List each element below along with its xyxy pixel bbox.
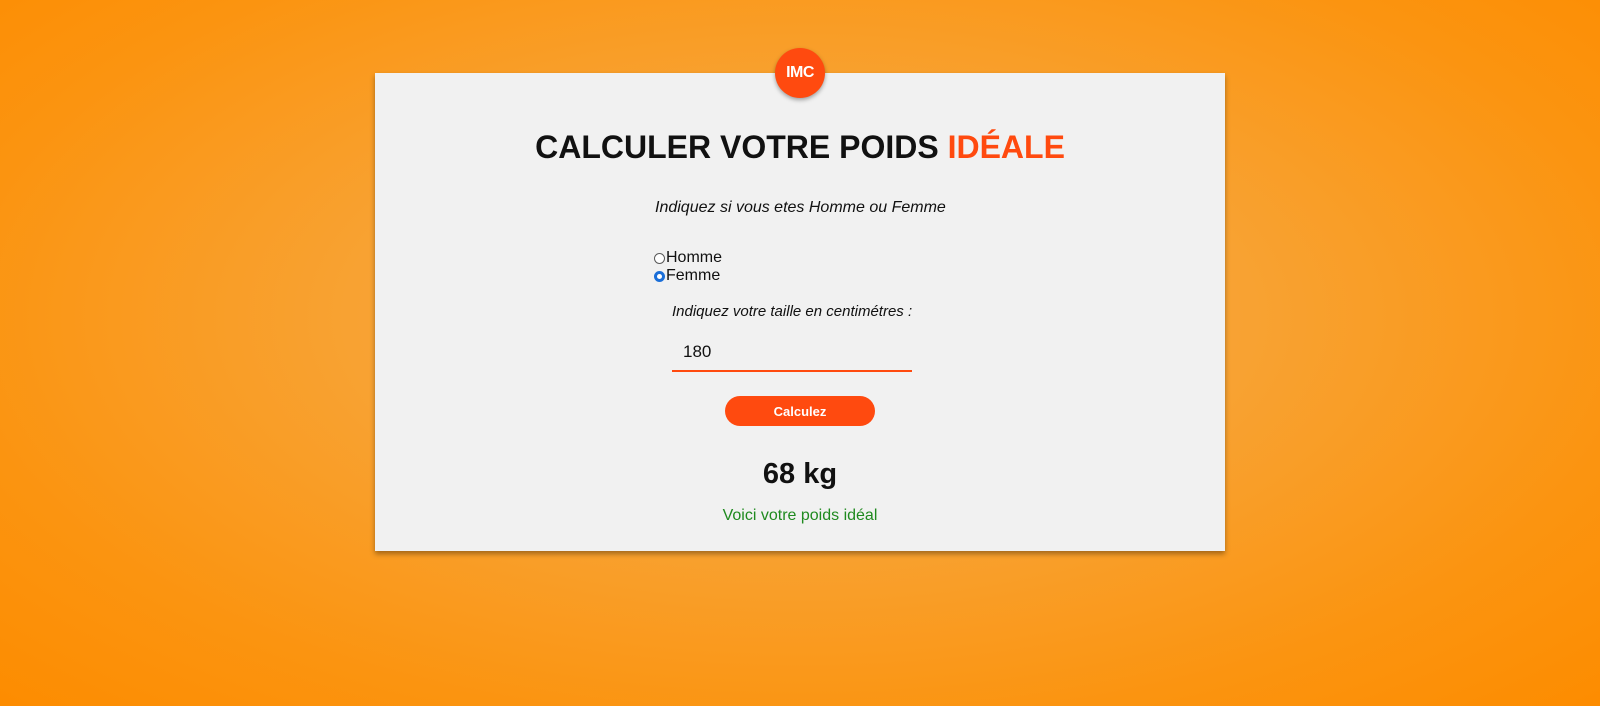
calculator-card: CALCULER VOTRE POIDS IDÉALE Indiquez si … bbox=[375, 73, 1225, 551]
height-input[interactable] bbox=[672, 334, 912, 372]
radio-femme-button[interactable] bbox=[654, 270, 665, 282]
imc-logo: IMC bbox=[775, 48, 825, 98]
radio-homme-button[interactable] bbox=[654, 252, 665, 264]
result-value: 68 kg bbox=[762, 458, 838, 490]
calculate-button[interactable]: Calculez bbox=[725, 396, 875, 426]
logo-text: IMC bbox=[786, 64, 814, 81]
height-prompt: Indiquez votre taille en centimétres : bbox=[672, 303, 913, 320]
gender-prompt: Indiquez si vous etes Homme ou Femme bbox=[655, 199, 946, 216]
radio-homme[interactable]: Homme bbox=[654, 249, 722, 267]
page-title: CALCULER VOTRE POIDS IDÉALE bbox=[375, 129, 1225, 166]
radio-femme[interactable]: Femme bbox=[654, 267, 720, 285]
radio-homme-label: Homme bbox=[666, 249, 723, 266]
radio-femme-label: Femme bbox=[666, 267, 721, 284]
result-message: Voici votre poids idéal bbox=[722, 507, 878, 524]
title-accent: IDÉALE bbox=[947, 129, 1065, 165]
title-main: CALCULER VOTRE POIDS bbox=[535, 129, 948, 165]
